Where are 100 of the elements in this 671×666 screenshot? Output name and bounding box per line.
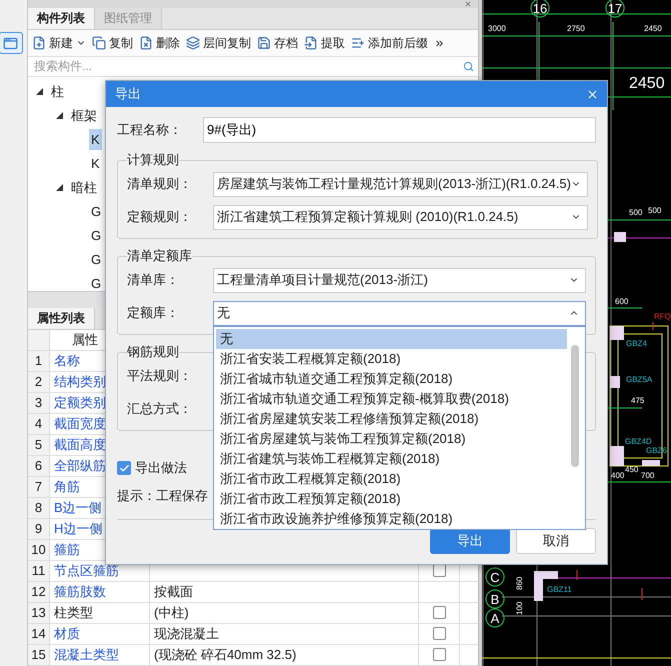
dimension-label: 3000 <box>488 24 506 33</box>
list-plus-icon <box>351 36 365 50</box>
toolbar-button[interactable]: 提取 <box>304 34 345 52</box>
dimension-label: 450 <box>625 465 638 474</box>
close-icon[interactable] <box>464 0 472 8</box>
checkbox[interactable] <box>432 564 446 578</box>
dropdown-option[interactable]: 浙江省建筑与装饰工程概算定额(2018) <box>216 448 567 468</box>
dialog-title: 导出 <box>115 85 141 103</box>
row-number: 12 <box>28 582 50 602</box>
close-icon[interactable] <box>586 88 599 100</box>
row-number: 3 <box>28 392 50 413</box>
tree-item[interactable]: G <box>89 249 104 270</box>
field-label: 工程名称： <box>117 121 183 139</box>
tree-item[interactable]: G <box>89 225 104 246</box>
dimension-label: 700 <box>641 471 654 480</box>
dropdown-field[interactable]: 浙江省建筑工程预算定额计算规则 (2010)(R1.0.24.5) <box>213 204 588 230</box>
checkbox[interactable] <box>432 648 446 662</box>
panel-tab[interactable]: 属性列表 <box>28 308 95 329</box>
dimension-label: 100 <box>515 602 524 615</box>
axis-bubble: C <box>486 568 504 586</box>
property-value[interactable]: (中柱) <box>150 602 419 623</box>
column-tag: GBZ11 <box>547 585 572 594</box>
cancel-button[interactable]: 取消 <box>516 528 596 554</box>
row-number: 8 <box>28 498 50 518</box>
dropdown-option[interactable]: 浙江省房屋建筑安装工程修缮预算定额(2018) <box>216 408 567 428</box>
column-tag: GBZ4D <box>625 437 652 446</box>
toolbar-button[interactable]: 新建 <box>32 34 86 52</box>
file-input-icon <box>304 36 318 50</box>
tree-item[interactable]: K <box>89 153 102 174</box>
scrollbar[interactable] <box>571 344 579 466</box>
dropdown-option[interactable]: 无 <box>216 328 567 348</box>
toolbar-button[interactable]: 添加前后缀 <box>351 34 428 52</box>
project-name-field[interactable]: 9#(导出) <box>203 117 596 143</box>
axis-bubble: B <box>486 590 504 608</box>
dimension-label: 2450 <box>644 24 662 33</box>
layers-icon <box>186 36 200 50</box>
file-x-icon <box>139 36 153 50</box>
group-title: 计算规则 <box>127 151 179 169</box>
row-number: 9 <box>28 518 50 539</box>
dimension-label: 500 <box>629 208 642 217</box>
row-number: 5 <box>28 434 50 455</box>
property-name: 箍筋肢数 <box>50 582 150 602</box>
toolbar-button[interactable]: 删除 <box>139 34 180 52</box>
row-number: 15 <box>28 644 50 665</box>
field-label: 定额库： <box>127 304 180 322</box>
row-number: 6 <box>28 456 50 476</box>
dropdown-option[interactable]: 浙江省市政工程概算定额(2018) <box>216 468 567 488</box>
checkbox[interactable] <box>432 627 446 640</box>
group-title: 清单定额库 <box>127 247 192 265</box>
property-value[interactable]: 现浇混凝土 <box>150 624 419 644</box>
dropdown-field[interactable]: 房屋建筑与装饰工程计量规范计算规则(2013-浙江)(R1.0.24.5) <box>213 172 588 196</box>
dimension-label: 500 <box>648 206 662 215</box>
row-number: 11 <box>28 560 50 581</box>
panel-tab[interactable]: 构件列表 <box>28 8 95 29</box>
tree-item[interactable]: K <box>89 129 102 150</box>
dimension-label: 600 <box>615 297 628 306</box>
checkbox[interactable] <box>117 461 131 475</box>
property-value[interactable]: (现浇砼 碎石40mm 32.5) <box>150 644 419 665</box>
axis-bubble: 16 <box>530 0 550 18</box>
search-field[interactable]: 搜索构件... <box>32 58 463 74</box>
row-number: 10 <box>28 540 50 560</box>
axis-bubble: 17 <box>606 0 624 18</box>
dropdown-option[interactable]: 浙江省城市轨道交通工程预算定额(2018) <box>216 368 567 388</box>
tree-item[interactable]: 柱 <box>49 80 66 104</box>
dropdown-option[interactable]: 浙江省市政设施养护维修预算定额(2018) <box>216 508 567 528</box>
dropdown-option[interactable]: 浙江省城市轨道交通工程预算定额-概算取费(2018) <box>216 388 567 408</box>
field-label: 清单规则： <box>127 175 193 193</box>
expand-icon[interactable] <box>56 184 63 192</box>
toolbar-button[interactable]: 存档 <box>257 34 298 52</box>
dropdown-option[interactable]: 浙江省安装工程概算定额(2018) <box>216 348 567 368</box>
dropdown-option[interactable]: 浙江省市政工程预算定额(2018) <box>216 488 567 508</box>
dropdown-field[interactable]: 工程量清单项目计量规范(2013-浙江) <box>213 268 586 292</box>
dropdown-option[interactable]: 浙江省房屋建筑与装饰工程预算定额(2018) <box>216 428 567 448</box>
dimension-label: 2450 <box>629 75 665 92</box>
field-label: 清单库： <box>127 271 180 289</box>
row-number: 2 <box>28 372 50 392</box>
tree-item[interactable]: 框架 <box>69 104 99 128</box>
column-tag: GBZ4 <box>626 339 647 348</box>
tree-item[interactable]: G <box>89 201 104 222</box>
tree-item[interactable]: G <box>89 273 104 294</box>
expand-icon[interactable] <box>36 88 43 96</box>
dimension-label: 475 <box>631 396 644 405</box>
more-icon[interactable] <box>434 38 445 49</box>
field-label: 定额规则： <box>127 208 193 226</box>
expand-icon[interactable] <box>56 112 63 120</box>
toolbar-button[interactable]: 层间复制 <box>186 34 251 52</box>
search-icon[interactable] <box>463 60 474 72</box>
column-tag: GBZ5A <box>626 375 652 384</box>
dimension-label: 2750 <box>567 24 585 33</box>
tree-item[interactable]: 暗柱 <box>69 176 99 200</box>
toolbar-button[interactable]: 复制 <box>92 34 133 52</box>
export-button[interactable]: 导出 <box>430 528 510 554</box>
axis-bubble: A <box>486 608 504 628</box>
property-value[interactable]: 按截面 <box>150 582 419 602</box>
checkbox[interactable] <box>432 606 446 620</box>
dimension-label: 860 <box>515 576 524 590</box>
row-number: 14 <box>28 624 50 644</box>
copy-icon <box>92 36 106 50</box>
property-name: 混凝土类型 <box>50 644 150 665</box>
window-button[interactable] <box>0 32 22 54</box>
